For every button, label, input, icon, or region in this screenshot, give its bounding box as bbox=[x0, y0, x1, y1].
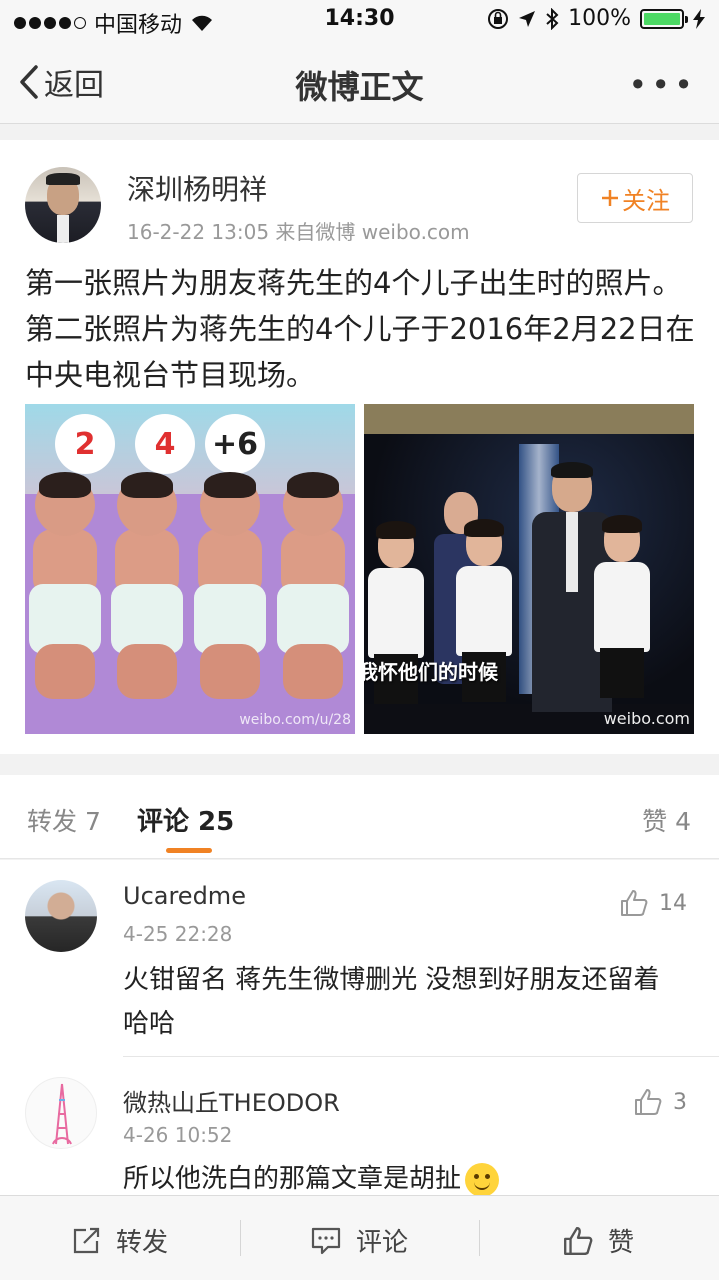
post-meta: 16-2-22 13:05 来自微博 weibo.com bbox=[127, 220, 470, 244]
author-avatar[interactable] bbox=[25, 167, 101, 243]
repost-button[interactable]: 转发 bbox=[70, 1222, 168, 1259]
comment-text-body: 所以他洗白的那篇文章是胡扯 bbox=[123, 1164, 462, 1194]
comment-time: 4-25 22:28 bbox=[123, 922, 233, 946]
thumbs-up-icon bbox=[621, 890, 648, 916]
status-right: 100% bbox=[487, 6, 705, 31]
avatar[interactable] bbox=[25, 880, 97, 952]
thumbs-up-icon bbox=[564, 1226, 593, 1255]
more-options-icon[interactable]: ••• bbox=[628, 66, 697, 104]
post-photo-tv-show[interactable]: 我怀他们的时候 weibo.com bbox=[364, 404, 694, 734]
photo-watermark: weibo.com/u/28 bbox=[239, 712, 351, 728]
status-bar: 中国移动 14:30 100% bbox=[0, 0, 719, 40]
post-text: 第一张照片为朋友蒋先生的4个儿子出生时的照片。第二张照片为蒋先生的4个儿子于20… bbox=[25, 266, 695, 392]
repost-icon bbox=[73, 1227, 100, 1253]
bluetooth-icon bbox=[546, 7, 559, 30]
follow-label: 关注 bbox=[622, 186, 670, 215]
comment-username[interactable]: 微热山丘THEODOR bbox=[123, 1083, 340, 1118]
comment-like-button[interactable]: 3 bbox=[633, 1087, 687, 1117]
like-button[interactable]: 赞 bbox=[562, 1222, 634, 1259]
battery-icon bbox=[640, 8, 688, 29]
comment-list: Ucaredme 4-25 22:28 火钳留名 蒋先生微博删光 没想到好朋友还… bbox=[0, 860, 719, 1200]
repost-label: 转发 bbox=[116, 1228, 169, 1258]
photo-watermark: weibo.com bbox=[603, 709, 690, 728]
bottom-action-bar: 转发 评论 赞 bbox=[0, 1195, 719, 1280]
active-tab-indicator bbox=[166, 848, 212, 853]
post-photo-newborns[interactable]: 2 4 +6 weibo.com/u/28 bbox=[25, 404, 355, 734]
like-label: 赞 bbox=[608, 1228, 635, 1258]
weibo-post: 深圳杨明祥 16-2-22 13:05 来自微博 weibo.com 关注 第一… bbox=[0, 140, 719, 754]
comment-text: 所以他洗白的那篇文章是胡扯 bbox=[123, 1157, 693, 1200]
tab-likes[interactable]: 赞 4 bbox=[642, 802, 691, 838]
author-name[interactable]: 深圳杨明祥 bbox=[127, 168, 267, 208]
smile-emoji-icon bbox=[465, 1162, 500, 1197]
eiffel-tower-icon bbox=[52, 1083, 72, 1145]
tab-comments[interactable]: 评论 25 bbox=[137, 801, 234, 838]
comment-like-button[interactable]: 14 bbox=[619, 888, 687, 918]
follow-button[interactable]: 关注 bbox=[577, 173, 693, 223]
plus-icon bbox=[602, 190, 618, 206]
avatar[interactable] bbox=[25, 1077, 97, 1149]
number-card: 2 bbox=[55, 414, 115, 474]
video-subtitle: 我怀他们的时候 bbox=[364, 660, 498, 684]
number-card: +6 bbox=[205, 414, 265, 474]
charging-icon bbox=[693, 8, 705, 29]
page-title: 微博正文 bbox=[295, 68, 424, 106]
comment-like-count: 14 bbox=[659, 890, 687, 916]
interaction-tabs: 转发 7 评论 25 赞 4 bbox=[0, 775, 719, 859]
comment-username[interactable]: Ucaredme bbox=[123, 882, 246, 910]
comment-label: 评论 bbox=[356, 1228, 409, 1258]
comment-text: 火钳留名 蒋先生微博删光 没想到好朋友还留着 哈哈 bbox=[123, 965, 660, 1039]
navigation-bar: 返回 微博正文 ••• bbox=[0, 40, 719, 124]
comment-icon bbox=[311, 1227, 341, 1254]
comment-like-count: 3 bbox=[673, 1089, 687, 1115]
comment-button[interactable]: 评论 bbox=[310, 1222, 408, 1259]
divider bbox=[479, 1220, 480, 1256]
tab-reposts[interactable]: 转发 7 bbox=[27, 802, 101, 838]
comment-time: 4-26 10:52 bbox=[123, 1123, 233, 1147]
divider bbox=[240, 1220, 241, 1256]
number-card: 4 bbox=[135, 414, 195, 474]
battery-percent: 100% bbox=[568, 6, 631, 31]
rotation-lock-icon bbox=[488, 8, 509, 29]
location-icon bbox=[519, 10, 536, 27]
thumbs-up-icon bbox=[635, 1089, 662, 1115]
divider bbox=[123, 1056, 719, 1057]
